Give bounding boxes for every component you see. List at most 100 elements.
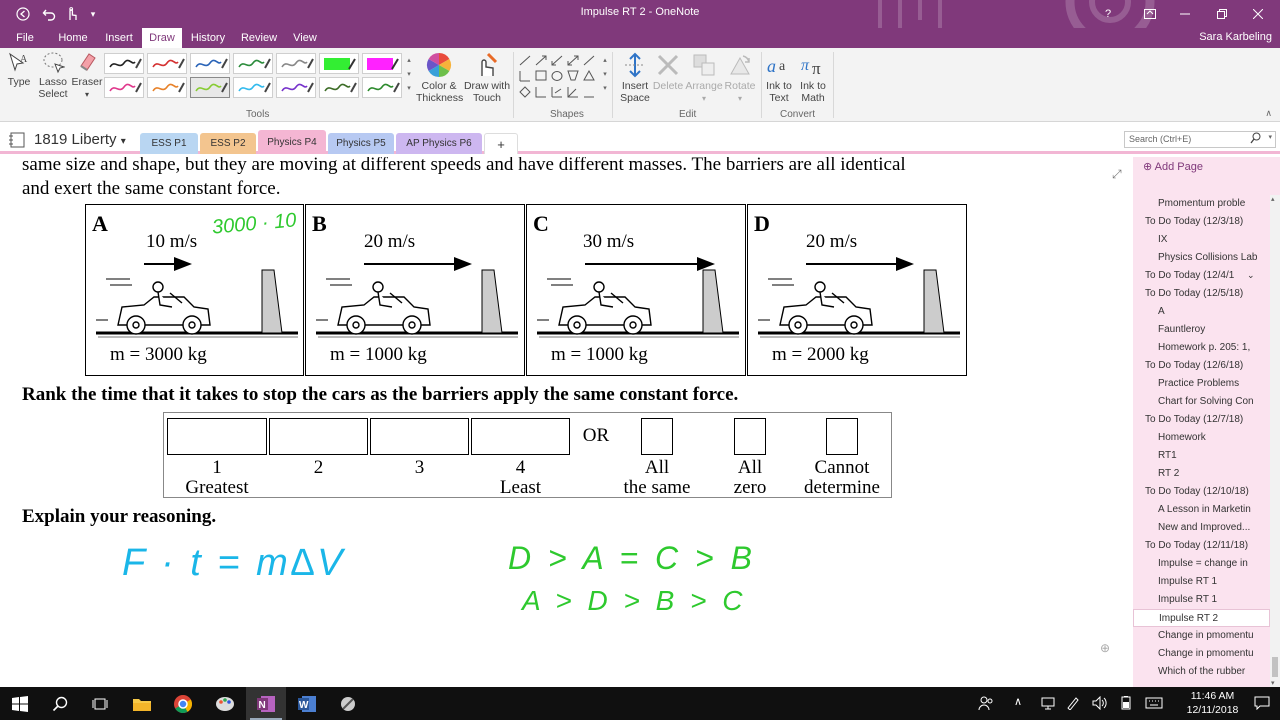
section-tab-physics-p5[interactable]: Physics P5: [328, 133, 394, 154]
pen-swatch[interactable]: [319, 53, 359, 74]
page-item[interactable]: Physics Collisions Lab: [1133, 249, 1270, 267]
ink-to-text-button[interactable]: aa Ink to Text: [764, 52, 794, 104]
type-tool[interactable]: A Type: [4, 50, 34, 88]
chrome-icon[interactable]: [163, 687, 203, 720]
tab-draw[interactable]: Draw: [142, 28, 182, 48]
page-item[interactable]: Impulse RT 2: [1133, 609, 1270, 627]
cannot-determine-box[interactable]: [826, 418, 858, 455]
ink-to-math-button[interactable]: ππ Ink to Math: [797, 52, 829, 104]
pen-swatch[interactable]: [233, 53, 273, 74]
ribbon-display-icon[interactable]: [1138, 0, 1162, 28]
collapse-chevron-icon[interactable]: ⌄: [1247, 270, 1255, 281]
snipping-tool-icon[interactable]: [328, 687, 368, 720]
page-item[interactable]: Practice Problems: [1133, 375, 1270, 393]
all-same-box[interactable]: [641, 418, 673, 455]
insert-space-button[interactable]: Insert Space: [616, 52, 654, 104]
page-item[interactable]: RT 2: [1133, 465, 1270, 483]
ink-ranking-1[interactable]: D > A = C > B: [508, 540, 756, 577]
user-name[interactable]: Sara Karbeling: [1199, 31, 1272, 43]
page-item[interactable]: Pmomentum proble: [1133, 195, 1270, 213]
draw-with-touch-button[interactable]: Draw with Touch: [462, 52, 512, 104]
pen-swatch[interactable]: [190, 53, 230, 74]
search-scope-icon[interactable]: ▾: [1268, 133, 1272, 141]
pen-swatch[interactable]: [233, 77, 273, 98]
pen-swatch[interactable]: [104, 53, 144, 74]
lasso-select-tool[interactable]: Lasso Select: [36, 50, 70, 100]
page-item[interactable]: Homework p. 205: 1,: [1133, 339, 1270, 357]
pen-swatch[interactable]: [276, 77, 316, 98]
page-group-item[interactable]: To Do Today (12/10/18): [1133, 483, 1270, 501]
search-input[interactable]: Search (Ctrl+E) ▾: [1124, 131, 1276, 148]
battery-icon[interactable]: [1118, 696, 1134, 715]
shapes-gallery[interactable]: [517, 53, 601, 101]
page-item[interactable]: A: [1133, 303, 1270, 321]
section-tab-ess-p2[interactable]: ESS P2: [200, 133, 256, 154]
page-list-scrollbar[interactable]: ▴ ▾: [1270, 195, 1280, 687]
rotate-button[interactable]: Rotate ▾: [722, 52, 758, 105]
pen-swatch[interactable]: [147, 53, 187, 74]
full-page-view-icon[interactable]: ⤢: [1112, 167, 1122, 182]
rank-box-1[interactable]: [167, 418, 267, 455]
add-space-icon[interactable]: ⊕: [1100, 641, 1110, 655]
task-view-icon[interactable]: [80, 687, 120, 720]
page-item[interactable]: Impulse RT 1: [1133, 573, 1270, 591]
pen-swatch[interactable]: [362, 53, 402, 74]
pen-swatch[interactable]: [190, 77, 230, 98]
page-group-item[interactable]: To Do Today (12/5/18): [1133, 285, 1270, 303]
collapse-ribbon-icon[interactable]: ∧: [1265, 108, 1272, 119]
page-item[interactable]: Homework: [1133, 429, 1270, 447]
section-tab-ap-physics-p6[interactable]: AP Physics P6: [396, 133, 482, 154]
all-zero-box[interactable]: [734, 418, 766, 455]
notebook-picker[interactable]: 1819 Liberty ▾: [34, 131, 126, 148]
minimize-icon[interactable]: [1173, 0, 1197, 28]
people-icon[interactable]: [978, 695, 994, 716]
add-section-button[interactable]: +: [484, 133, 518, 154]
pen-swatch[interactable]: [276, 53, 316, 74]
search-taskbar-icon[interactable]: [40, 687, 80, 720]
action-center-icon[interactable]: [1254, 696, 1270, 715]
keyboard-icon[interactable]: [1145, 696, 1163, 715]
system-clock[interactable]: 11:46 AM 12/11/2018: [1175, 689, 1250, 717]
close-icon[interactable]: [1246, 0, 1270, 28]
tab-insert[interactable]: Insert: [99, 28, 139, 48]
section-tab-ess-p1[interactable]: ESS P1: [140, 133, 198, 154]
pen-workspace-icon[interactable]: [1066, 696, 1080, 715]
page-group-item[interactable]: To Do Today (12/7/18): [1133, 411, 1270, 429]
scrollbar-thumb[interactable]: [1272, 657, 1278, 677]
page-item[interactable]: RT1: [1133, 447, 1270, 465]
page-group-item[interactable]: To Do Today (12/4/1 ⌄: [1133, 267, 1270, 285]
tab-home[interactable]: Home: [54, 28, 92, 48]
add-page-button[interactable]: ⊕ Add Page: [1143, 160, 1203, 173]
page-group-item[interactable]: To Do Today (12/3/18): [1133, 213, 1270, 231]
rank-box-4[interactable]: [471, 418, 570, 455]
show-hidden-icons[interactable]: ∧: [1014, 695, 1022, 708]
file-explorer-icon[interactable]: [122, 687, 162, 720]
onenote-taskbar-icon[interactable]: N: [246, 687, 286, 720]
pen-swatch[interactable]: [147, 77, 187, 98]
shapes-gallery-scroll[interactable]: ▴ ▾ ▾: [601, 54, 609, 100]
page-item[interactable]: New and Improved...: [1133, 519, 1270, 537]
pen-swatch[interactable]: [319, 77, 359, 98]
page-group-item[interactable]: To Do Today (12/6/18): [1133, 357, 1270, 375]
page-item[interactable]: Impulse = change in: [1133, 555, 1270, 573]
paint-app-icon[interactable]: [205, 687, 245, 720]
page-group-item[interactable]: To Do Today (12/11/18): [1133, 537, 1270, 555]
page-item[interactable]: Impulse RT 1: [1133, 591, 1270, 609]
tab-view[interactable]: View: [286, 28, 324, 48]
page-item[interactable]: Change in pmomentu: [1133, 627, 1270, 645]
section-tab-physics-p4[interactable]: Physics P4: [258, 130, 326, 154]
restore-icon[interactable]: [1210, 0, 1234, 28]
page-item[interactable]: Which of the rubber: [1133, 663, 1270, 681]
arrange-button[interactable]: Arrange ▾: [684, 52, 724, 105]
pen-gallery-scroll[interactable]: ▴ ▾ ▾: [405, 54, 413, 100]
scroll-up-icon[interactable]: ▴: [1271, 195, 1275, 203]
rank-box-2[interactable]: [269, 418, 368, 455]
word-taskbar-icon[interactable]: W: [287, 687, 327, 720]
scroll-down-icon[interactable]: ▾: [1271, 679, 1275, 687]
page-canvas[interactable]: same size and shape, but they are moving…: [0, 157, 1133, 687]
tab-history[interactable]: History: [186, 28, 230, 48]
start-button[interactable]: [0, 687, 40, 720]
page-item[interactable]: IX: [1133, 231, 1270, 249]
page-item[interactable]: Change in pmomentu: [1133, 645, 1270, 663]
pen-swatch[interactable]: [104, 77, 144, 98]
